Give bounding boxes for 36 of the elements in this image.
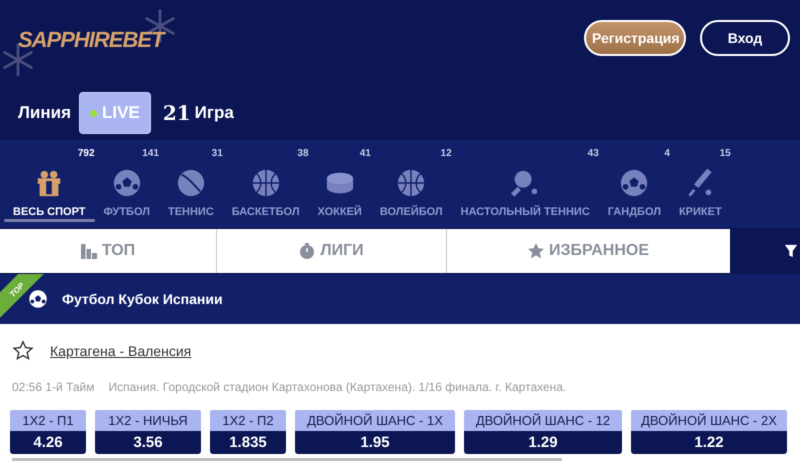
sport-tab[interactable]: 141 ФУТБОЛ xyxy=(94,140,159,228)
filter-button[interactable] xyxy=(730,229,800,273)
header-button[interactable]: Вход xyxy=(700,20,790,56)
sport-tab[interactable]: 792 ВЕСЬ СПОРТ xyxy=(4,140,95,228)
ball-icon xyxy=(396,168,426,198)
match-link[interactable]: Картагена - Валенсия xyxy=(50,343,192,359)
sport-tab[interactable]: 15 КРИКЕТ xyxy=(670,140,731,228)
odds-button[interactable]: 1X2 - НИЧЬЯ 3.56 xyxy=(95,410,201,454)
logo[interactable]: SAPPHIREBET xyxy=(18,27,164,53)
sport-tab[interactable]: 31 ТЕННИС xyxy=(158,140,223,228)
games-label: Игра xyxy=(194,103,234,123)
sport-tab[interactable]: 38 БАСКЕТБОЛ xyxy=(222,140,309,228)
mode-tab[interactable]: Линия xyxy=(18,92,72,134)
sport-tab[interactable]: 12 ВОЛЕЙБОЛ xyxy=(370,140,452,228)
star-icon xyxy=(528,243,544,259)
sport-tab[interactable]: 4 ГАНДБОЛ xyxy=(598,140,670,228)
odds-button[interactable]: ДВОЙНОЙ ШАНС - 12 1.29 xyxy=(464,410,622,454)
football-icon xyxy=(28,289,48,309)
soccer-ball-icon xyxy=(112,168,142,198)
games-count: 21 xyxy=(162,101,191,125)
favorite-star-icon[interactable] xyxy=(12,340,34,362)
section-title: Футбол Кубок Испании xyxy=(62,291,223,307)
sport-tab[interactable]: 43 НАСТОЛЬНЫЙ ТЕННИС xyxy=(452,140,599,228)
soccer-ball-icon xyxy=(619,168,650,198)
odds-button[interactable]: 1X2 - П1 4.26 xyxy=(10,410,86,454)
odds-button[interactable]: ДВОЙНОЙ ШАНС - 2X 1.22 xyxy=(631,410,787,454)
match-time: 02:56 1-й Тайм xyxy=(12,380,94,394)
tennis-ball-icon xyxy=(176,168,206,198)
match-info: Испания. Городской стадион Картахонова (Картахена). 1/16 финала. г. Картахена. xyxy=(108,380,566,394)
stopwatch-icon xyxy=(299,243,316,259)
odds-button[interactable]: 1X2 - П2 1.835 xyxy=(210,410,286,454)
odds-button[interactable]: ДВОЙНОЙ ШАНС - 1X 1.95 xyxy=(295,410,455,454)
filter-icon xyxy=(784,244,798,258)
sport-tab[interactable]: 41 ХОККЕЙ xyxy=(308,140,371,228)
bar-chart-icon xyxy=(80,243,97,259)
basketball-icon xyxy=(250,168,281,198)
